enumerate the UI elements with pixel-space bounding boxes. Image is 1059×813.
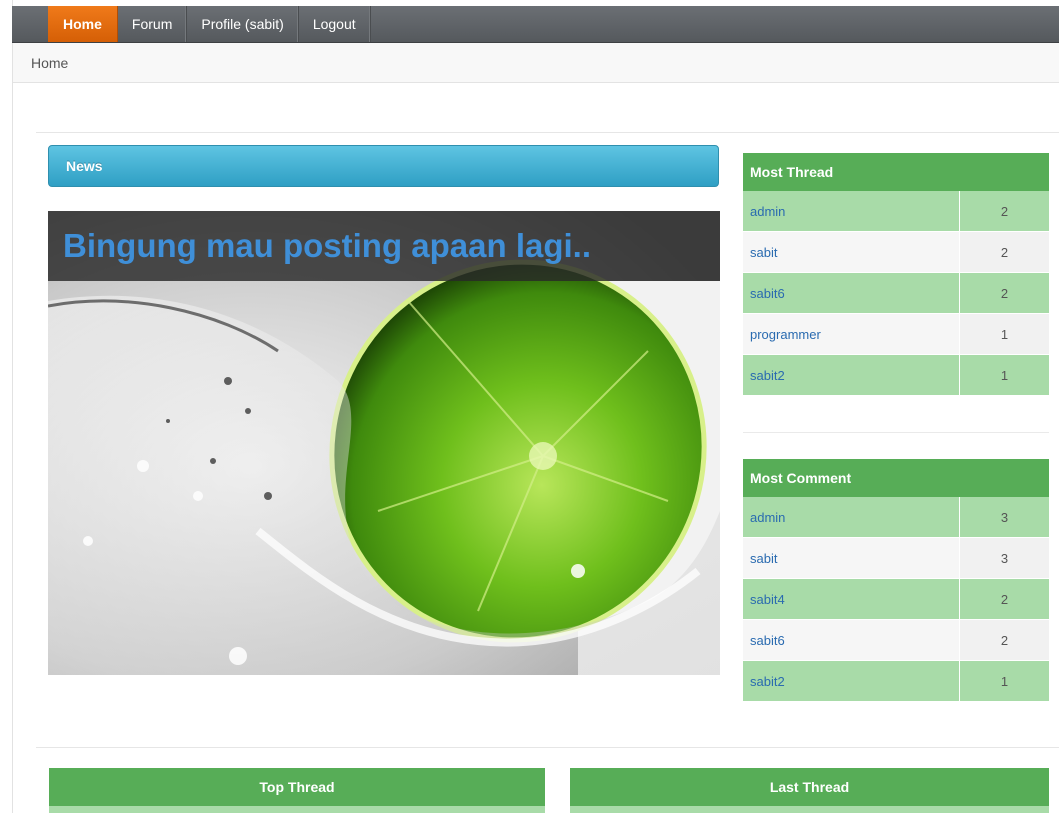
- thread-count: 2: [959, 231, 1049, 273]
- divider: [743, 432, 1049, 433]
- last-thread-row: [570, 806, 1049, 813]
- table-row: sabit6 2: [743, 619, 1049, 661]
- thread-count: 1: [959, 313, 1049, 355]
- thread-count: 2: [959, 191, 1049, 232]
- last-thread-title: Last Thread: [769, 779, 850, 795]
- last-thread-header: Last Thread: [570, 768, 1049, 806]
- news-caption-text[interactable]: Bingung mau posting apaan lagi..: [63, 227, 591, 265]
- table-row: sabit2 1: [743, 660, 1049, 702]
- comment-count: 3: [959, 497, 1049, 538]
- user-link[interactable]: sabit4: [743, 578, 960, 620]
- user-link[interactable]: programmer: [743, 313, 960, 355]
- user-link[interactable]: admin: [743, 497, 960, 538]
- table-row: sabit2 1: [743, 354, 1049, 396]
- divider: [36, 747, 1059, 748]
- most-comment-table: Most Comment admin 3 sabit 3 sabit4 2 sa…: [743, 459, 1049, 702]
- page-border: [12, 0, 13, 813]
- user-link[interactable]: admin: [743, 191, 960, 232]
- thread-count: 2: [959, 272, 1049, 314]
- news-image[interactable]: Bingung mau posting apaan lagi..: [48, 211, 720, 675]
- table-row: admin 3: [743, 497, 1049, 538]
- table-row: sabit4 2: [743, 578, 1049, 620]
- top-thread-header: Top Thread: [49, 768, 545, 806]
- table-row: sabit 2: [743, 231, 1049, 273]
- breadcrumb: Home: [13, 43, 1059, 83]
- user-link[interactable]: sabit6: [743, 272, 960, 314]
- user-link[interactable]: sabit: [743, 537, 960, 579]
- divider: [36, 132, 1059, 133]
- comment-count: 2: [959, 619, 1049, 661]
- most-thread-table: Most Thread admin 2 sabit 2 sabit6 2 pro…: [743, 153, 1049, 396]
- table-row: sabit 3: [743, 537, 1049, 579]
- news-header: News: [48, 145, 719, 187]
- user-link[interactable]: sabit6: [743, 619, 960, 661]
- user-link[interactable]: sabit2: [743, 354, 960, 396]
- nav-home[interactable]: Home: [48, 6, 118, 42]
- thread-count: 1: [959, 354, 1049, 396]
- nav-logout[interactable]: Logout: [299, 6, 371, 42]
- comment-count: 2: [959, 578, 1049, 620]
- table-row: sabit6 2: [743, 272, 1049, 314]
- table-row: programmer 1: [743, 313, 1049, 355]
- most-comment-title: Most Comment: [743, 459, 1049, 497]
- top-thread-row: [49, 806, 545, 813]
- nav-profile[interactable]: Profile (sabit): [187, 6, 299, 42]
- user-link[interactable]: sabit: [743, 231, 960, 273]
- news-caption[interactable]: Bingung mau posting apaan lagi..: [48, 211, 720, 281]
- comment-count: 1: [959, 660, 1049, 702]
- top-thread-title: Top Thread: [259, 779, 335, 795]
- most-thread-title: Most Thread: [743, 153, 1049, 191]
- user-link[interactable]: sabit2: [743, 660, 960, 702]
- nav-forum[interactable]: Forum: [118, 6, 188, 42]
- top-navigation: Home Forum Profile (sabit) Logout: [12, 6, 1059, 43]
- comment-count: 3: [959, 537, 1049, 579]
- breadcrumb-current: Home: [31, 54, 69, 71]
- table-row: admin 2: [743, 191, 1049, 232]
- news-header-label: News: [66, 158, 103, 174]
